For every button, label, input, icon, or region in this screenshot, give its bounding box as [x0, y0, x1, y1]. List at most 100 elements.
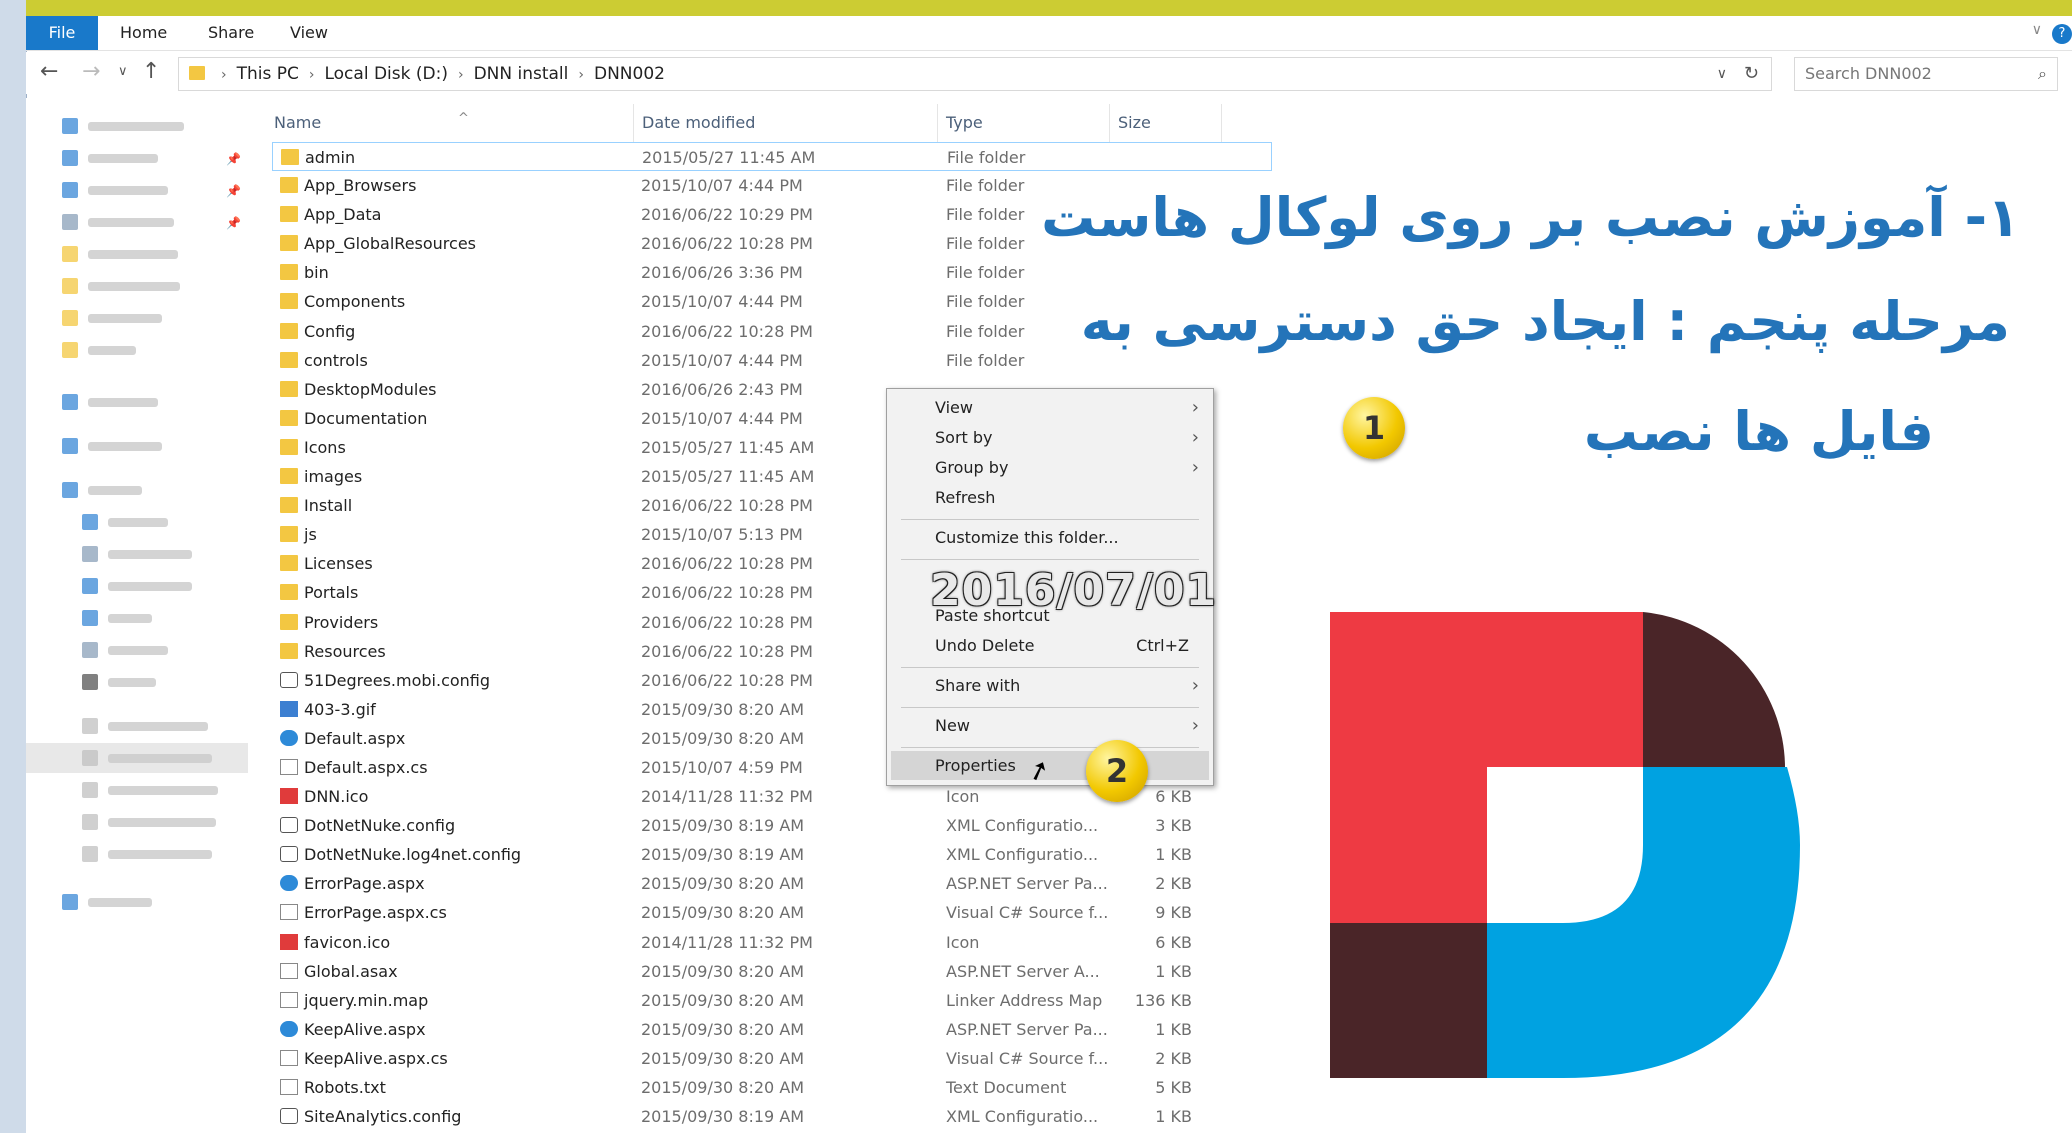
file-row[interactable]: ErrorPage.aspx.cs 2015/09/30 8:20 AM Visua… [272, 898, 1272, 927]
file-name: Install [304, 496, 353, 516]
file-row[interactable]: favicon.ico 2014/11/28 11:32 PM Icon 6 KB [272, 928, 1272, 957]
chevron-down-icon[interactable]: ∨ [1717, 58, 1727, 90]
chevron-down-icon[interactable]: ∨ [2032, 22, 2042, 38]
logo-red-top [1330, 612, 1643, 767]
menu-item-view[interactable]: View › [887, 393, 1213, 422]
column-header-name[interactable]: Name ^ [266, 104, 634, 142]
file-row[interactable]: KeepAlive.aspx 2015/09/30 8:20 AM ASP.NET … [272, 1015, 1272, 1044]
menu-item-refresh[interactable]: Refresh [887, 483, 1213, 512]
config-icon [280, 817, 298, 834]
file-row[interactable]: KeepAlive.aspx.cs 2015/09/30 8:20 AM Visua… [272, 1044, 1272, 1073]
back-arrow-icon[interactable]: ← [40, 56, 58, 88]
file-name: DotNetNuke.config [304, 816, 456, 836]
file-date-modified: 2016/06/22 10:29 PM [641, 205, 813, 225]
search-icon[interactable]: ⌕ [2038, 58, 2047, 90]
drive-icon [82, 782, 98, 798]
nav-item-label-blurred [88, 154, 158, 163]
file-size: 2 KB [1155, 874, 1192, 894]
menu-item-label: Properties [935, 756, 1016, 775]
menu-item-new[interactable]: New › [887, 711, 1213, 740]
file-name: favicon.ico [304, 932, 391, 952]
drive-icon [82, 814, 98, 830]
breadcrumb-dnn-install[interactable]: DNN install [474, 64, 569, 84]
file-row[interactable]: DotNetNuke.config 2015/09/30 8:19 AM XML C… [272, 811, 1272, 840]
menu-item-customize-folder[interactable]: Customize this folder... [887, 523, 1213, 552]
video-icon [82, 674, 98, 690]
file-type: File folder [946, 292, 1025, 312]
tab-file[interactable]: File [26, 16, 98, 50]
folder-icon [62, 310, 78, 326]
chevron-right-icon: › [1191, 397, 1199, 418]
search-input[interactable]: Search DNN002 ⌕ [1794, 57, 2058, 91]
menu-item-undo-delete[interactable]: Undo Delete Ctrl+Z [887, 631, 1213, 660]
tab-share[interactable]: Share [208, 16, 254, 50]
file-row[interactable]: SiteAnalytics.config 2015/09/30 8:19 AM XM… [272, 1102, 1272, 1131]
file-type: File folder [946, 350, 1025, 370]
column-header-type-label: Type [946, 113, 983, 132]
file-row[interactable]: Robots.txt 2015/09/30 8:20 AM Text Documen… [272, 1073, 1272, 1102]
file-type: XML Configuratio... [946, 816, 1099, 836]
refresh-icon[interactable]: ↻ [1744, 58, 1759, 90]
dnn-icon [280, 933, 298, 950]
file-date-modified: 2016/06/22 10:28 PM [641, 641, 813, 661]
menu-item-share-with[interactable]: Share with › [887, 671, 1213, 700]
menu-item-label: Customize this folder... [935, 528, 1119, 547]
column-header-size[interactable]: Size [1110, 104, 1222, 142]
file-row[interactable]: ErrorPage.aspx 2015/09/30 8:20 AM ASP.NET … [272, 869, 1272, 898]
nav-item-label-blurred [88, 250, 178, 259]
file-date-modified: 2015/10/07 4:59 PM [641, 757, 803, 777]
navigation-pane[interactable]: 📌 📌 📌 [26, 98, 250, 1133]
help-icon[interactable]: ? [2052, 24, 2072, 44]
file-type: File folder [946, 321, 1025, 341]
file-row[interactable]: jquery.min.map 2015/09/30 8:20 AM Linker A… [272, 986, 1272, 1015]
file-type: Text Document [946, 1078, 1067, 1097]
folder-icon [280, 555, 298, 572]
pin-icon[interactable]: 📌 [226, 184, 241, 198]
config-icon [280, 671, 298, 688]
tab-home[interactable]: Home [120, 16, 167, 50]
file-size: 9 KB [1155, 903, 1192, 923]
recent-locations-chevron-icon[interactable]: ∨ [118, 56, 128, 88]
breadcrumb-this-pc[interactable]: This PC [237, 64, 299, 84]
column-header-size-label: Size [1118, 113, 1151, 132]
nav-item-label-blurred [88, 122, 184, 131]
address-bar[interactable]: › This PC › Local Disk (D:) › DNN install › DNN… [178, 57, 1772, 91]
pictures-icon [82, 642, 98, 658]
menu-item-sort-by[interactable]: Sort by › [887, 423, 1213, 452]
tab-view[interactable]: View [290, 16, 328, 50]
nav-item-label-blurred [88, 486, 142, 495]
file-row[interactable]: DotNetNuke.log4net.config 2015/09/30 8:19… [272, 840, 1272, 869]
forward-arrow-icon[interactable]: → [82, 56, 100, 88]
file-size: 1 KB [1155, 961, 1192, 981]
file-date-modified: 2015/10/07 4:44 PM [641, 350, 803, 370]
folder-icon [281, 149, 299, 165]
column-header-date-modified[interactable]: Date modified [634, 104, 938, 142]
chevron-right-icon: › [1191, 427, 1199, 448]
file-date-modified: 2015/09/30 8:20 AM [641, 903, 805, 923]
dnn-logo [1330, 612, 1800, 1078]
file-date-modified: 2016/06/22 10:28 PM [641, 554, 813, 574]
file-type: File folder [946, 234, 1025, 254]
file-row[interactable]: bin 2016/06/26 3:36 PM File folder [272, 258, 1272, 287]
file-row[interactable]: admin 2015/05/27 11:45 AM File folder [272, 142, 1272, 172]
pin-icon[interactable]: 📌 [226, 152, 241, 166]
file-date-modified: 2014/11/28 11:32 PM [641, 787, 813, 807]
column-header-type[interactable]: Type [938, 104, 1110, 142]
file-date-modified: 2016/06/26 3:36 PM [641, 263, 803, 283]
breadcrumb-local-disk[interactable]: Local Disk (D:) [324, 64, 447, 84]
pin-icon[interactable]: 📌 [226, 216, 241, 230]
folder-icon [280, 177, 298, 194]
file-name: DesktopModules [304, 379, 437, 399]
breadcrumb-dnn002[interactable]: DNN002 [594, 64, 665, 84]
file-size: 1 KB [1155, 1019, 1192, 1039]
menu-item-group-by[interactable]: Group by › [887, 453, 1213, 482]
up-arrow-icon[interactable]: ↑ [142, 56, 160, 88]
file-name: bin [304, 263, 329, 283]
cloud-icon [62, 394, 78, 410]
file-row[interactable]: Global.asax 2015/09/30 8:20 AM ASP.NET Ser… [272, 957, 1272, 986]
file-date-modified: 2015/09/30 8:20 AM [641, 1078, 805, 1097]
folder-icon [280, 351, 298, 368]
folder-icon [280, 468, 298, 485]
nav-item-label-blurred [108, 754, 212, 763]
config-icon [280, 1108, 298, 1125]
